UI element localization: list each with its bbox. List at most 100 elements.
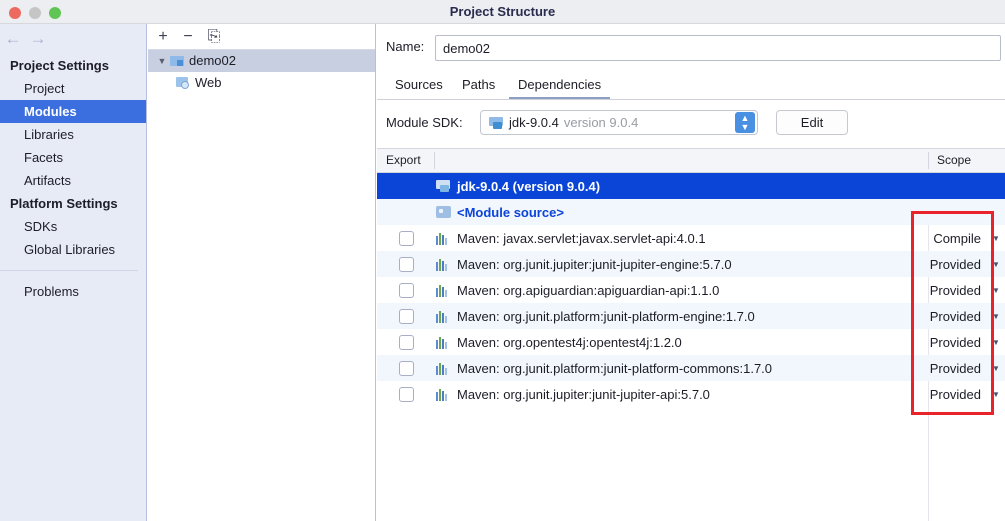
dependency-row[interactable]: Maven: org.junit.jupiter:junit-jupiter-e… xyxy=(377,251,1005,277)
dependency-row[interactable]: jdk-9.0.4 (version 9.0.4) xyxy=(377,173,1005,199)
export-checkbox[interactable] xyxy=(398,230,414,246)
export-checkbox[interactable] xyxy=(398,360,414,376)
export-checkbox[interactable] xyxy=(398,334,414,350)
dependency-name: Maven: javax.servlet:javax.servlet-api:4… xyxy=(457,230,706,246)
stepper-up-down-icon[interactable]: ▲ ▼ xyxy=(735,112,755,133)
add-module-icon[interactable]: + xyxy=(152,26,174,48)
dependency-row[interactable]: Maven: org.apiguardian:apiguardian-api:1… xyxy=(377,277,1005,303)
chevron-down-icon[interactable]: ▼ xyxy=(987,364,1005,373)
dependency-scope[interactable]: Provided xyxy=(899,387,987,402)
export-checkbox[interactable] xyxy=(398,308,414,324)
dependency-name: Maven: org.junit.jupiter:junit-jupiter-e… xyxy=(457,256,732,272)
sidebar-item-facets[interactable]: Facets xyxy=(0,146,146,169)
chevron-down-icon[interactable]: ▼ xyxy=(154,50,170,72)
arrow-left-icon[interactable]: ← xyxy=(3,30,23,48)
dependency-row[interactable]: Maven: org.junit.jupiter:junit-jupiter-a… xyxy=(377,381,1005,407)
dependency-scope[interactable]: Provided xyxy=(899,335,987,350)
module-name-input[interactable] xyxy=(435,35,1001,61)
module-sdk-row: Module SDK: jdk-9.0.4 version 9.0.4 ▲ ▼ E… xyxy=(377,110,1005,136)
dependency-scope[interactable]: Provided xyxy=(899,309,987,324)
maven-icon xyxy=(436,362,450,375)
module-name-row: Name: xyxy=(377,35,1005,61)
arrow-right-icon[interactable]: → xyxy=(28,30,48,48)
maven-icon xyxy=(436,310,450,323)
export-checkbox[interactable] xyxy=(398,386,414,402)
dependency-name: Maven: org.opentest4j:opentest4j:1.2.0 xyxy=(457,334,682,350)
column-divider[interactable] xyxy=(434,152,435,169)
export-checkbox[interactable] xyxy=(398,256,414,272)
project-structure-window: Project Structure ← → Project Settings P… xyxy=(0,0,1005,521)
chevron-down-icon[interactable]: ▼ xyxy=(987,390,1005,399)
module-tabs: Sources Paths Dependencies xyxy=(377,72,1005,100)
dependency-scope[interactable]: Provided xyxy=(899,361,987,376)
export-cell[interactable] xyxy=(377,386,435,402)
module-tree-toolbar: + − ⎘ xyxy=(148,24,375,50)
column-divider[interactable] xyxy=(928,152,929,169)
export-cell[interactable] xyxy=(377,308,435,324)
tab-paths[interactable]: Paths xyxy=(453,73,504,99)
export-cell[interactable] xyxy=(377,282,435,298)
export-cell[interactable] xyxy=(377,360,435,376)
maven-icon xyxy=(436,258,450,271)
dependency-icon-cell xyxy=(435,310,451,323)
sidebar-item-global-libraries[interactable]: Global Libraries xyxy=(0,238,146,261)
dependency-name: Maven: org.junit.platform:junit-platform… xyxy=(457,308,755,324)
jdk-icon xyxy=(489,116,504,129)
module-folder-icon xyxy=(170,55,184,67)
dependencies-table: Export Scope jdk-9.0.4 (version 9.0.4) <M… xyxy=(377,148,1005,521)
export-cell[interactable] xyxy=(377,230,435,246)
window-title: Project Structure xyxy=(449,4,556,19)
module-sdk-label: Module SDK: xyxy=(386,115,463,130)
copy-module-icon[interactable]: ⎘ xyxy=(203,26,225,48)
dependency-row[interactable]: Maven: org.junit.platform:junit-platform… xyxy=(377,355,1005,381)
edit-sdk-button[interactable]: Edit xyxy=(776,110,848,135)
tab-dependencies[interactable]: Dependencies xyxy=(509,73,611,99)
sidebar-item-problems[interactable]: Problems xyxy=(0,280,146,303)
dependency-icon-cell xyxy=(435,388,451,401)
sidebar-group-platform-settings: Platform Settings xyxy=(10,196,118,211)
module-editor-panel: Name: Sources Paths Dependencies Module … xyxy=(377,24,1005,521)
module-sdk-select[interactable]: jdk-9.0.4 version 9.0.4 ▲ ▼ xyxy=(480,110,758,135)
dependency-scope[interactable]: Compile xyxy=(899,231,987,246)
tree-node-label: Web xyxy=(195,75,222,90)
settings-sidebar: ← → Project Settings Project Modules Lib… xyxy=(0,24,147,521)
chevron-down-icon[interactable]: ▼ xyxy=(987,286,1005,295)
dependency-scope[interactable]: Provided xyxy=(899,283,987,298)
dependency-row[interactable]: Maven: org.junit.platform:junit-platform… xyxy=(377,303,1005,329)
dependency-icon-cell xyxy=(435,362,451,375)
chevron-down-icon[interactable]: ▼ xyxy=(987,312,1005,321)
module-tree-panel: + − ⎘ ▼ demo02 Web xyxy=(148,24,376,521)
dependency-icon-cell xyxy=(435,284,451,297)
sidebar-item-modules[interactable]: Modules xyxy=(0,100,146,123)
sidebar-item-sdks[interactable]: SDKs xyxy=(0,215,146,238)
dependency-row[interactable]: <Module source> xyxy=(377,199,1005,225)
jdk-icon xyxy=(435,180,451,192)
column-header-scope[interactable]: Scope xyxy=(937,149,971,172)
sidebar-item-artifacts[interactable]: Artifacts xyxy=(0,169,146,192)
chevron-down-icon[interactable]: ▼ xyxy=(987,234,1005,243)
export-cell[interactable] xyxy=(377,256,435,272)
chevron-down-icon[interactable]: ▼ xyxy=(987,260,1005,269)
tab-sources[interactable]: Sources xyxy=(386,73,452,99)
maven-icon xyxy=(436,388,450,401)
maven-icon xyxy=(436,232,450,245)
sidebar-item-libraries[interactable]: Libraries xyxy=(0,123,146,146)
tree-node-label: demo02 xyxy=(189,53,236,68)
tree-node-demo02[interactable]: ▼ demo02 xyxy=(148,50,375,72)
dependency-scope[interactable]: Provided xyxy=(899,257,987,272)
chevron-down-icon[interactable]: ▼ xyxy=(987,338,1005,347)
sidebar-item-project[interactable]: Project xyxy=(0,77,146,100)
column-header-export[interactable]: Export xyxy=(386,149,421,172)
export-cell[interactable] xyxy=(377,334,435,350)
dependency-name: jdk-9.0.4 (version 9.0.4) xyxy=(457,178,601,194)
module-sdk-version: version 9.0.4 xyxy=(563,115,639,130)
tree-node-web[interactable]: Web xyxy=(148,72,375,94)
dependency-row[interactable]: Maven: javax.servlet:javax.servlet-api:4… xyxy=(377,225,1005,251)
export-checkbox[interactable] xyxy=(398,282,414,298)
sidebar-navigation-bar: ← → xyxy=(0,24,146,54)
dependency-name: Maven: org.apiguardian:apiguardian-api:1… xyxy=(457,282,720,298)
dependency-row[interactable]: Maven: org.opentest4j:opentest4j:1.2.0 Pr… xyxy=(377,329,1005,355)
dependency-icon-cell xyxy=(435,180,451,192)
dependency-icon-cell xyxy=(435,206,451,218)
remove-module-icon[interactable]: − xyxy=(177,26,199,48)
